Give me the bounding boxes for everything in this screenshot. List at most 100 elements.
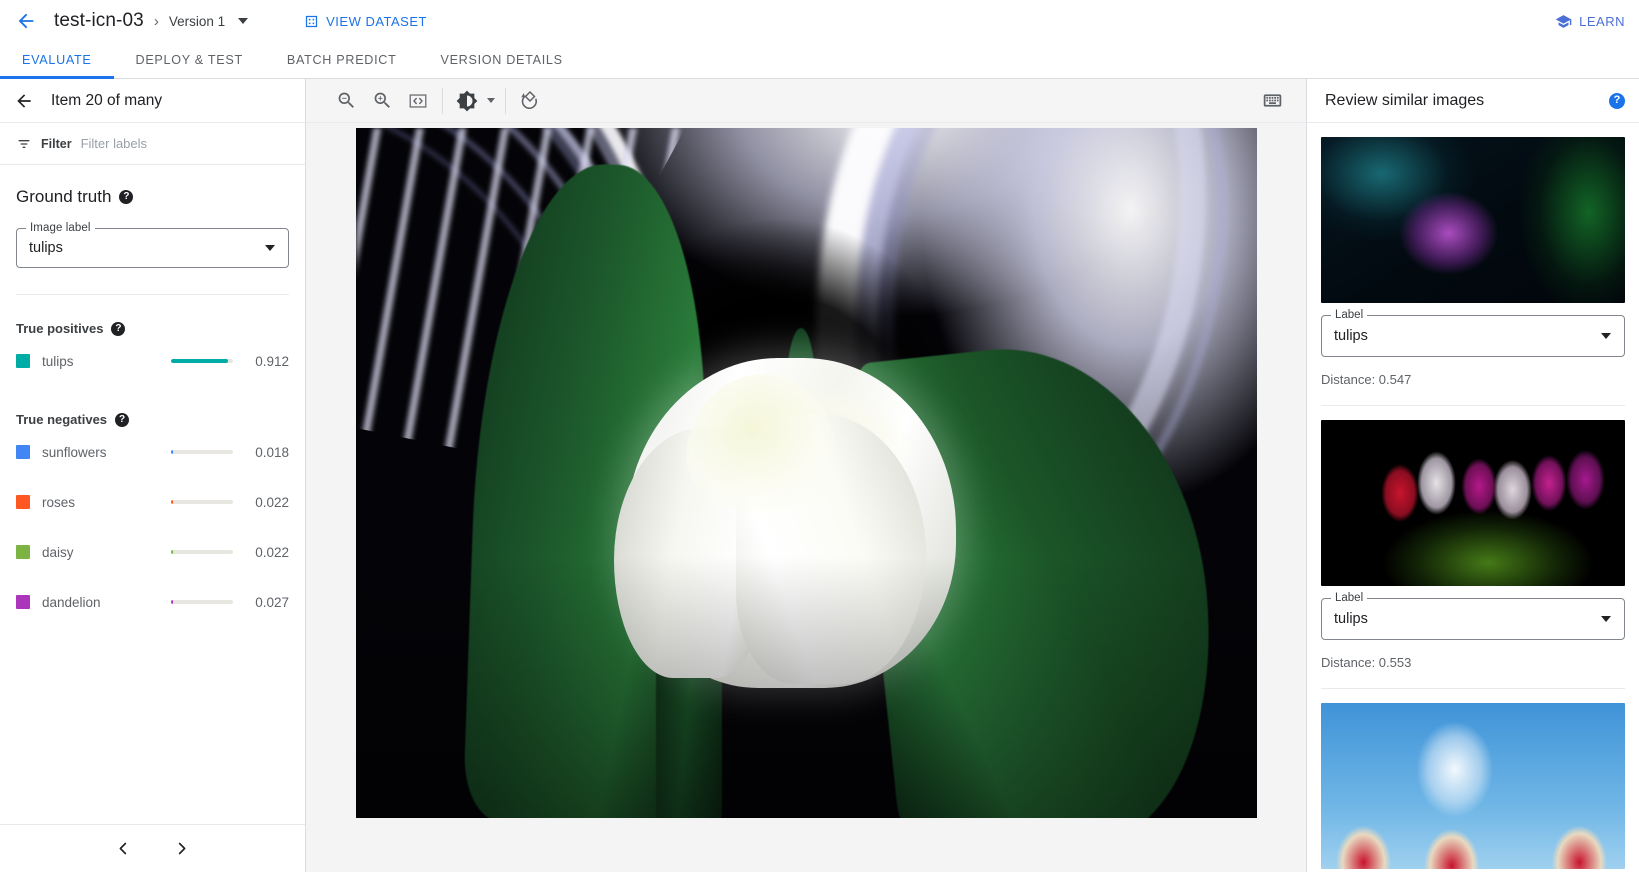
page-body: Item 20 of many Filter Ground truth ? Im…	[0, 79, 1639, 872]
filter-row[interactable]: Filter	[0, 123, 305, 165]
image-stage[interactable]	[306, 123, 1306, 872]
score-bar-fill	[171, 500, 173, 504]
photo-vignette	[356, 128, 1257, 818]
viewer-toolbar	[306, 79, 1306, 123]
chevron-down-icon[interactable]	[1601, 333, 1611, 339]
tab-version-details-label: VERSION DETAILS	[440, 53, 562, 67]
tab-version-details[interactable]: VERSION DETAILS	[418, 42, 584, 78]
zoom-in-button[interactable]	[364, 83, 400, 119]
chevron-down-icon[interactable]	[265, 245, 275, 251]
legend-swatch	[16, 545, 30, 559]
view-dataset-button[interactable]: VIEW DATASET	[304, 14, 427, 29]
similar-images-header: Review similar images ?	[1307, 79, 1639, 123]
keyboard-shortcuts-button[interactable]	[1254, 83, 1290, 119]
keyboard-icon	[1262, 90, 1283, 111]
score-value: 0.912	[243, 354, 289, 369]
score-label: dandelion	[42, 595, 171, 610]
score-label: sunflowers	[42, 445, 171, 460]
learn-label: LEARN	[1579, 14, 1625, 29]
filter-label: Filter	[41, 137, 72, 151]
chevron-down-icon[interactable]	[487, 98, 495, 103]
score-bar-track	[171, 500, 233, 504]
legend-swatch	[16, 445, 30, 459]
top-bar: test-icn-03 › Version 1 VIEW DATASET LEA…	[0, 0, 1639, 42]
left-sidebar: Item 20 of many Filter Ground truth ? Im…	[0, 79, 306, 872]
score-value: 0.027	[243, 595, 289, 610]
tab-evaluate[interactable]: EVALUATE	[0, 42, 114, 78]
score-row: sunflowers 0.018	[16, 427, 289, 477]
similar-image-thumbnail[interactable]	[1321, 420, 1625, 586]
score-bar-fill	[171, 359, 228, 363]
chevron-down-icon[interactable]	[238, 18, 248, 24]
score-row: tulips 0.912	[16, 336, 289, 386]
help-icon[interactable]: ?	[111, 322, 125, 336]
true-negatives-title: True negatives	[16, 412, 107, 427]
app-root: test-icn-03 › Version 1 VIEW DATASET LEA…	[0, 0, 1639, 872]
sidebar-header: Item 20 of many	[0, 79, 305, 123]
project-name[interactable]: test-icn-03	[54, 10, 144, 32]
reset-rotate-icon	[519, 90, 541, 112]
legend-swatch	[16, 354, 30, 368]
tab-batch-predict[interactable]: BATCH PREDICT	[265, 42, 419, 78]
score-value: 0.018	[243, 445, 289, 460]
previous-item-button[interactable]	[107, 832, 141, 866]
image-label-select[interactable]: Image label tulips	[16, 228, 289, 268]
score-value: 0.022	[243, 545, 289, 560]
score-bar-track	[171, 450, 233, 454]
similar-image-thumbnail[interactable]	[1321, 137, 1625, 303]
graduation-cap-icon	[1555, 13, 1572, 30]
score-label: daisy	[42, 545, 171, 560]
legend-swatch	[16, 595, 30, 609]
score-bar-fill	[171, 550, 173, 554]
chevron-down-icon[interactable]	[1601, 616, 1611, 622]
main-image[interactable]	[356, 128, 1257, 818]
help-icon[interactable]: ?	[1609, 93, 1625, 109]
back-button[interactable]	[8, 3, 44, 39]
zoom-in-icon	[372, 90, 393, 111]
similar-label-value: tulips	[1334, 611, 1368, 627]
version-label[interactable]: Version 1	[169, 14, 225, 29]
fit-width-button[interactable]	[400, 83, 436, 119]
tab-deploy-test[interactable]: DEPLOY & TEST	[114, 42, 265, 78]
brightness-contrast-icon	[456, 90, 478, 112]
image-label-value: tulips	[29, 240, 63, 256]
true-positives-heading: True positives ?	[16, 295, 289, 336]
similar-image-card: Label tulips Distance: 0.553	[1321, 406, 1625, 689]
image-viewer-pane	[306, 79, 1307, 872]
score-bar-fill	[171, 450, 173, 454]
similar-label-caption: Label	[1331, 309, 1367, 321]
score-bar-track	[171, 550, 233, 554]
legend-swatch	[16, 495, 30, 509]
help-icon[interactable]: ?	[119, 190, 133, 204]
filter-list-icon	[16, 136, 32, 152]
true-positives-title: True positives	[16, 321, 103, 336]
brightness-contrast-button[interactable]	[449, 83, 485, 119]
arrow-back-icon	[15, 10, 37, 32]
true-negatives-heading: True negatives ?	[16, 386, 289, 427]
panel-title: Review similar images	[1325, 92, 1484, 110]
help-icon[interactable]: ?	[115, 413, 129, 427]
similar-label-select[interactable]: Label tulips	[1321, 598, 1625, 640]
item-pager	[0, 824, 305, 872]
similar-images-list[interactable]: Label tulips Distance: 0.547 Label tulip…	[1307, 123, 1639, 872]
learn-button[interactable]: LEARN	[1555, 13, 1625, 30]
tab-batch-predict-label: BATCH PREDICT	[287, 53, 397, 67]
score-value: 0.022	[243, 495, 289, 510]
zoom-out-button[interactable]	[328, 83, 364, 119]
chevron-left-icon	[116, 841, 131, 856]
chevron-right-icon	[174, 841, 189, 856]
sidebar-back-button[interactable]	[6, 83, 42, 119]
similar-distance: Distance: 0.553	[1321, 655, 1625, 670]
score-row: roses 0.022	[16, 477, 289, 527]
similar-label-select[interactable]: Label tulips	[1321, 315, 1625, 357]
next-item-button[interactable]	[165, 832, 199, 866]
ground-truth-section: Ground truth ? Image label tulips	[0, 165, 305, 295]
score-bar-fill	[171, 600, 173, 604]
score-label: roses	[42, 495, 171, 510]
score-row: daisy 0.022	[16, 527, 289, 577]
score-label: tulips	[42, 354, 171, 369]
similar-image-thumbnail[interactable]	[1321, 703, 1625, 869]
tab-deploy-test-label: DEPLOY & TEST	[136, 53, 243, 67]
reset-view-button[interactable]	[512, 83, 548, 119]
filter-input[interactable]	[81, 136, 289, 151]
